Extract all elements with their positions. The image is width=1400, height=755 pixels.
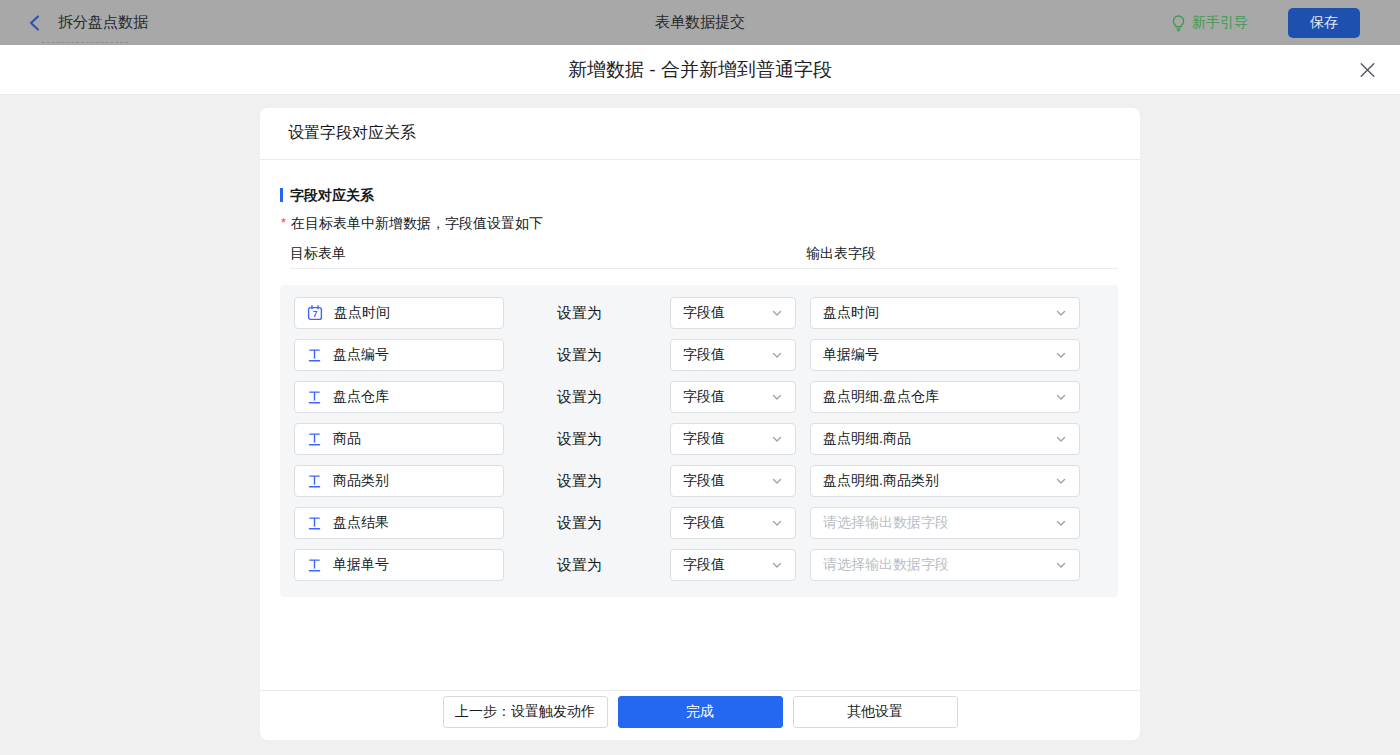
required-note: * 在目标表单中新增数据，字段值设置如下 (281, 215, 1118, 231)
output-field-select[interactable]: 盘点明细.盘点仓库 (810, 381, 1080, 413)
chevron-down-icon (1055, 475, 1067, 487)
text-field-icon (307, 347, 322, 363)
text-field-icon (307, 431, 322, 447)
mapping-row: 盘点编号 设置为 字段值 单据编号 (294, 339, 1104, 371)
section-marker (280, 188, 283, 202)
mapping-row: 7 盘点时间 设置为 字段值 盘点时间 (294, 297, 1104, 329)
set-as-label: 设置为 (557, 430, 602, 447)
chevron-down-icon (1055, 349, 1067, 361)
chevron-down-icon (771, 559, 783, 571)
column-output-field: 输出表字段 (806, 245, 876, 268)
mapping-row: 单据单号 设置为 字段值 请选择输出数据字段 (294, 549, 1104, 581)
target-field-box: 7 盘点时间 (294, 297, 504, 329)
value-type-select[interactable]: 字段值 (670, 423, 796, 455)
target-field-label: 盘点时间 (334, 304, 390, 322)
flow-title-underline (42, 42, 128, 43)
value-type-select[interactable]: 字段值 (670, 507, 796, 539)
card-footer: 上一步：设置触发动作 完成 其他设置 (260, 690, 1140, 740)
target-field-box: 盘点结果 (294, 507, 504, 539)
chevron-down-icon (771, 475, 783, 487)
value-type-select[interactable]: 字段值 (670, 297, 796, 329)
prev-step-button[interactable]: 上一步：设置触发动作 (443, 696, 608, 728)
app-topbar: 拆分盘点数据 表单数据提交 新手引导 保存 (0, 0, 1400, 45)
chevron-down-icon (1055, 517, 1067, 529)
other-settings-button[interactable]: 其他设置 (793, 696, 958, 728)
output-field-select[interactable]: 盘点明细.商品 (810, 423, 1080, 455)
mapping-panel: 7 盘点时间 设置为 字段值 盘点时间 盘点编号 设置为 字段值 (280, 285, 1118, 597)
chevron-down-icon (1055, 391, 1067, 403)
chevron-down-icon (1055, 433, 1067, 445)
target-field-box: 盘点仓库 (294, 381, 504, 413)
flow-title[interactable]: 拆分盘点数据 (58, 13, 148, 32)
target-field-box: 商品 (294, 423, 504, 455)
close-icon[interactable] (1359, 61, 1376, 78)
value-type-select[interactable]: 字段值 (670, 381, 796, 413)
set-as-label: 设置为 (557, 388, 602, 405)
output-field-select[interactable]: 请选择输出数据字段 (810, 507, 1080, 539)
target-field-label: 单据单号 (333, 556, 389, 574)
mapping-row: 盘点仓库 设置为 字段值 盘点明细.盘点仓库 (294, 381, 1104, 413)
modal-title: 新增数据 - 合并新增到普通字段 (568, 57, 832, 83)
target-field-label: 盘点结果 (333, 514, 389, 532)
set-as-label: 设置为 (557, 304, 602, 321)
column-target-form: 目标表单 (290, 245, 806, 268)
mapping-row: 盘点结果 设置为 字段值 请选择输出数据字段 (294, 507, 1104, 539)
chevron-down-icon (771, 517, 783, 529)
target-field-box: 盘点编号 (294, 339, 504, 371)
chevron-down-icon (1055, 307, 1067, 319)
text-field-icon (307, 515, 322, 531)
value-type-select[interactable]: 字段值 (670, 465, 796, 497)
calendar-icon: 7 (307, 305, 323, 321)
section-title: 字段对应关系 (280, 187, 1118, 203)
target-field-box: 单据单号 (294, 549, 504, 581)
output-field-select[interactable]: 盘点明细.商品类别 (810, 465, 1080, 497)
set-as-label: 设置为 (557, 556, 602, 573)
lightbulb-icon (1171, 14, 1186, 32)
mapping-row: 商品 设置为 字段值 盘点明细.商品 (294, 423, 1104, 455)
chevron-down-icon (1055, 559, 1067, 571)
set-as-label: 设置为 (557, 472, 602, 489)
chevron-down-icon (771, 349, 783, 361)
text-field-icon (307, 473, 322, 489)
set-as-label: 设置为 (557, 514, 602, 531)
settings-card: 设置字段对应关系 字段对应关系 * 在目标表单中新增数据，字段值设置如下 目标表… (260, 108, 1140, 740)
save-button[interactable]: 保存 (1288, 8, 1360, 38)
output-field-select[interactable]: 盘点时间 (810, 297, 1080, 329)
target-field-label: 盘点仓库 (333, 388, 389, 406)
card-title: 设置字段对应关系 (260, 108, 1140, 160)
target-field-box: 商品类别 (294, 465, 504, 497)
modal-body: 设置字段对应关系 字段对应关系 * 在目标表单中新增数据，字段值设置如下 目标表… (0, 95, 1400, 754)
value-type-select[interactable]: 字段值 (670, 549, 796, 581)
target-field-label: 商品类别 (333, 472, 389, 490)
column-headers: 目标表单 输出表字段 (290, 245, 1118, 269)
output-field-select[interactable]: 请选择输出数据字段 (810, 549, 1080, 581)
modal-header: 新增数据 - 合并新增到普通字段 (0, 45, 1400, 95)
text-field-icon (307, 557, 322, 573)
target-field-label: 商品 (333, 430, 361, 448)
target-field-label: 盘点编号 (333, 346, 389, 364)
back-group[interactable]: 拆分盘点数据 (26, 0, 148, 45)
chevron-down-icon (771, 433, 783, 445)
mapping-row: 商品类别 设置为 字段值 盘点明细.商品类别 (294, 465, 1104, 497)
beginner-guide-link[interactable]: 新手引导 (1171, 14, 1248, 32)
topbar-title: 表单数据提交 (655, 13, 745, 32)
svg-text:7: 7 (313, 309, 318, 319)
required-asterisk: * (281, 215, 286, 231)
chevron-down-icon (771, 307, 783, 319)
back-icon[interactable] (26, 14, 44, 32)
output-field-select[interactable]: 单据编号 (810, 339, 1080, 371)
set-as-label: 设置为 (557, 346, 602, 363)
text-field-icon (307, 389, 322, 405)
done-button[interactable]: 完成 (618, 696, 783, 728)
value-type-select[interactable]: 字段值 (670, 339, 796, 371)
chevron-down-icon (771, 391, 783, 403)
